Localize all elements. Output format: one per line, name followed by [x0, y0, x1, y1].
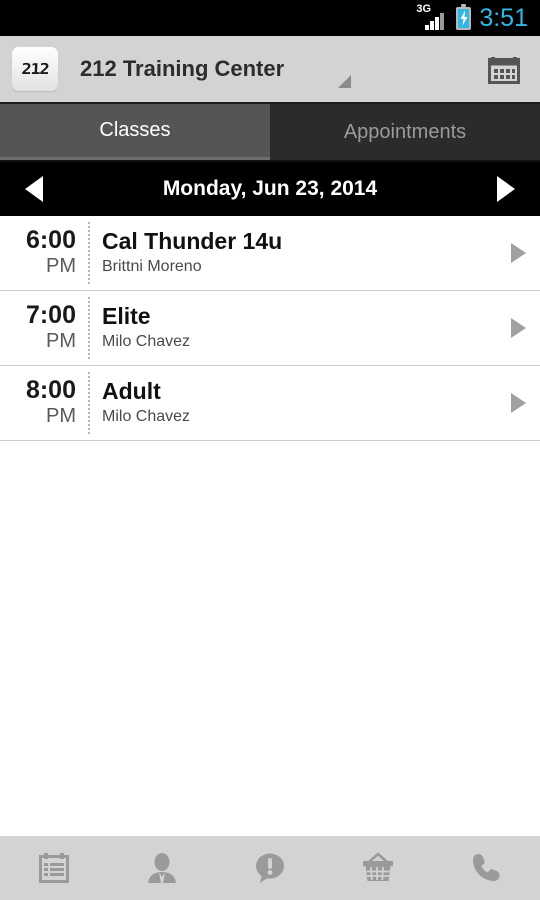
class-instructor: Milo Chavez — [102, 333, 191, 351]
toolbar-item-store[interactable] — [324, 836, 432, 900]
signal-bars-glyph — [425, 13, 445, 30]
previous-day-button[interactable] — [14, 169, 54, 209]
row-chevron-button[interactable] — [496, 318, 540, 338]
next-day-button[interactable] — [486, 169, 526, 209]
date-navigation-bar: Monday, Jun 23, 2014 — [0, 162, 540, 216]
tab-bar: Classes Appointments — [0, 104, 540, 162]
dropdown-caret-icon — [338, 75, 351, 88]
schedule-icon — [39, 853, 69, 883]
network-type-label: 3G — [416, 3, 432, 15]
calendar-button[interactable] — [482, 47, 526, 91]
battery-charging-icon — [456, 3, 472, 30]
tab-classes[interactable]: Classes — [0, 104, 270, 160]
class-info: Elite Milo Chavez — [90, 303, 496, 354]
tab-appointments-label: Appointments — [343, 120, 467, 143]
store-basket-icon — [363, 852, 393, 881]
row-chevron-icon — [510, 243, 526, 263]
bottom-toolbar — [0, 836, 540, 900]
toolbar-item-call[interactable] — [432, 836, 540, 900]
toolbar-item-profile[interactable] — [108, 836, 216, 900]
calendar-icon — [488, 57, 520, 84]
row-chevron-button[interactable] — [496, 243, 540, 263]
class-time: 7:00 PM — [0, 302, 88, 353]
toolbar-item-schedule[interactable] — [0, 836, 108, 900]
status-bar: 3G 3:51 — [0, 0, 540, 36]
class-name: Adult — [102, 377, 161, 404]
phone-icon — [473, 854, 500, 881]
row-chevron-icon — [510, 393, 526, 413]
table-row[interactable]: 7:00 PM Elite Milo Chavez — [0, 291, 540, 366]
next-day-arrow-icon — [496, 176, 515, 202]
app-logo-212[interactable]: 212 — [12, 47, 58, 91]
class-time: 8:00 PM — [0, 377, 88, 428]
signal-bars-icon: 3G — [416, 3, 448, 30]
app-screen: 3G 3:51 212 212 Training Center Classes … — [0, 0, 540, 900]
page-title: 212 Training Center — [80, 56, 285, 81]
class-time-meridiem: PM — [46, 404, 76, 427]
profile-icon — [148, 853, 176, 883]
current-date-label: Monday, Jun 23, 2014 — [162, 177, 378, 200]
class-list: 6:00 PM Cal Thunder 14u Brittni Moreno 7… — [0, 216, 540, 836]
class-info: Adult Milo Chavez — [90, 378, 496, 429]
class-instructor: Milo Chavez — [102, 408, 191, 426]
class-time-value: 7:00 — [25, 301, 76, 330]
table-row[interactable]: 6:00 PM Cal Thunder 14u Brittni Moreno — [0, 216, 540, 291]
battery-bolt-glyph — [460, 10, 468, 26]
app-logo-label: 212 — [20, 60, 50, 78]
status-clock: 3:51 — [479, 3, 528, 32]
class-time-value: 8:00 — [25, 376, 76, 405]
toolbar-item-alerts[interactable] — [216, 836, 324, 900]
status-bar-right: 3G 3:51 — [416, 3, 528, 32]
alerts-icon — [256, 853, 284, 883]
row-chevron-icon — [510, 318, 526, 338]
row-chevron-button[interactable] — [496, 393, 540, 413]
class-time-meridiem: PM — [46, 254, 76, 277]
class-instructor: Brittni Moreno — [102, 258, 202, 276]
class-time: 6:00 PM — [0, 227, 88, 278]
class-name: Elite — [102, 302, 151, 329]
class-name: Cal Thunder 14u — [102, 227, 283, 254]
tab-appointments[interactable]: Appointments — [270, 104, 540, 160]
previous-day-arrow-icon — [25, 176, 43, 202]
class-time-meridiem: PM — [46, 329, 76, 352]
table-row[interactable]: 8:00 PM Adult Milo Chavez — [0, 366, 540, 441]
class-time-value: 6:00 — [25, 226, 76, 255]
class-info: Cal Thunder 14u Brittni Moreno — [90, 228, 496, 279]
location-spinner[interactable]: 212 Training Center — [80, 35, 482, 103]
app-header: 212 212 Training Center — [0, 36, 540, 104]
tab-classes-label: Classes — [99, 119, 171, 141]
